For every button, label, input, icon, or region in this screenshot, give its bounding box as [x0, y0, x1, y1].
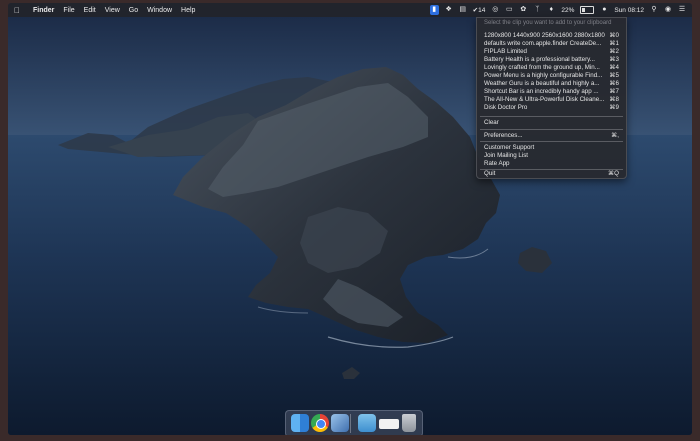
menu-view[interactable]: View	[105, 7, 120, 14]
battery-icon[interactable]	[580, 6, 595, 14]
join-mailing-list-item[interactable]: Join Mailing List	[484, 152, 619, 160]
battery-percent: 22%	[561, 6, 575, 14]
clipboard-app-icon[interactable]: ▮	[429, 5, 439, 15]
menu-finder[interactable]: Finder	[33, 7, 54, 14]
finder-icon[interactable]	[291, 414, 309, 432]
menu-help[interactable]: Help	[181, 7, 195, 14]
customer-support-item[interactable]: Customer Support	[484, 144, 619, 152]
bluetooth-icon[interactable]: ᛉ	[533, 6, 541, 14]
sidebar-icon[interactable]: ▤	[459, 6, 467, 14]
menu-window[interactable]: Window	[147, 7, 172, 14]
notification-center-icon[interactable]: ☰	[678, 6, 686, 14]
clip-item-3[interactable]: Battery Health is a professional battery…	[484, 56, 619, 64]
rate-app-item[interactable]: Rate App	[484, 160, 619, 168]
clip-item-5[interactable]: Power Menu is a highly configurable Find…	[484, 72, 619, 80]
clip-item-9[interactable]: Disk Doctor Pro ⌘9	[484, 104, 619, 112]
battery-fill	[582, 8, 585, 12]
downloads-folder-icon[interactable]	[358, 414, 376, 432]
dock-separator	[350, 414, 351, 433]
tasks-count: 14	[478, 7, 486, 14]
clip-item-8[interactable]: The All-New & Ultra-Powerful Disk Cleane…	[484, 96, 619, 104]
menu-separator	[480, 129, 623, 130]
menu-edit[interactable]: Edit	[84, 7, 96, 14]
document-stack-icon[interactable]	[379, 419, 399, 429]
chrome-center	[316, 419, 326, 429]
chrome-icon[interactable]	[311, 414, 329, 432]
preferences-item[interactable]: Preferences... ⌘,	[484, 132, 619, 140]
menu-go[interactable]: Go	[129, 7, 138, 14]
search-icon[interactable]: ⚲	[650, 6, 658, 14]
dropbox-icon[interactable]: ❖	[445, 6, 453, 14]
clear-item[interactable]: Clear	[484, 119, 619, 127]
wifi-icon[interactable]: ✿	[519, 6, 527, 14]
preview-icon[interactable]	[331, 414, 349, 432]
menu-file[interactable]: File	[63, 7, 74, 14]
menu-separator	[480, 116, 623, 117]
dock	[285, 410, 423, 435]
target-icon[interactable]: ◎	[491, 6, 499, 14]
status-area: ▮ ❖ ▤ ✔14 ◎ ▭ ✿ ᛉ ♦ 22% ● Sun 08:12 ⚲ ◉ …	[429, 3, 686, 17]
siri-icon[interactable]: ◉	[664, 6, 672, 14]
clip-item-0[interactable]: 1280x800 1440x900 2560x1600 2880x1800 ⌘0	[484, 32, 619, 40]
menu-separator	[480, 141, 623, 142]
clip-item-7[interactable]: Shortcut Bar is an incredibly handy app …	[484, 88, 619, 96]
clip-item-4[interactable]: Lovingly crafted from the ground up, Min…	[484, 64, 619, 72]
menu-bar:  Finder File Edit View Go Window Help ▮…	[8, 3, 692, 17]
apple-icon[interactable]: 	[14, 6, 24, 15]
tasks-indicator[interactable]: ✔14	[473, 6, 486, 14]
quit-item[interactable]: Quit ⌘Q	[484, 170, 619, 178]
clip-item-1[interactable]: defaults write com.apple.finder CreateDe…	[484, 40, 619, 48]
user-icon[interactable]: ●	[600, 6, 608, 14]
volume-icon[interactable]: ♦	[547, 6, 555, 14]
clip-item-2[interactable]: FIPLAB Limited ⌘2	[484, 48, 619, 56]
display-icon[interactable]: ▭	[505, 6, 513, 14]
clipboard-menu: Select the clip you want to add to your …	[476, 17, 627, 179]
menu-hint: Select the clip you want to add to your …	[484, 20, 612, 26]
clip-item-6[interactable]: Weather Guru is a beautiful and highly a…	[484, 80, 619, 88]
desktop:  Finder File Edit View Go Window Help ▮…	[8, 3, 692, 435]
clock[interactable]: Sun 08:12	[614, 7, 644, 14]
trash-icon[interactable]	[402, 414, 416, 432]
